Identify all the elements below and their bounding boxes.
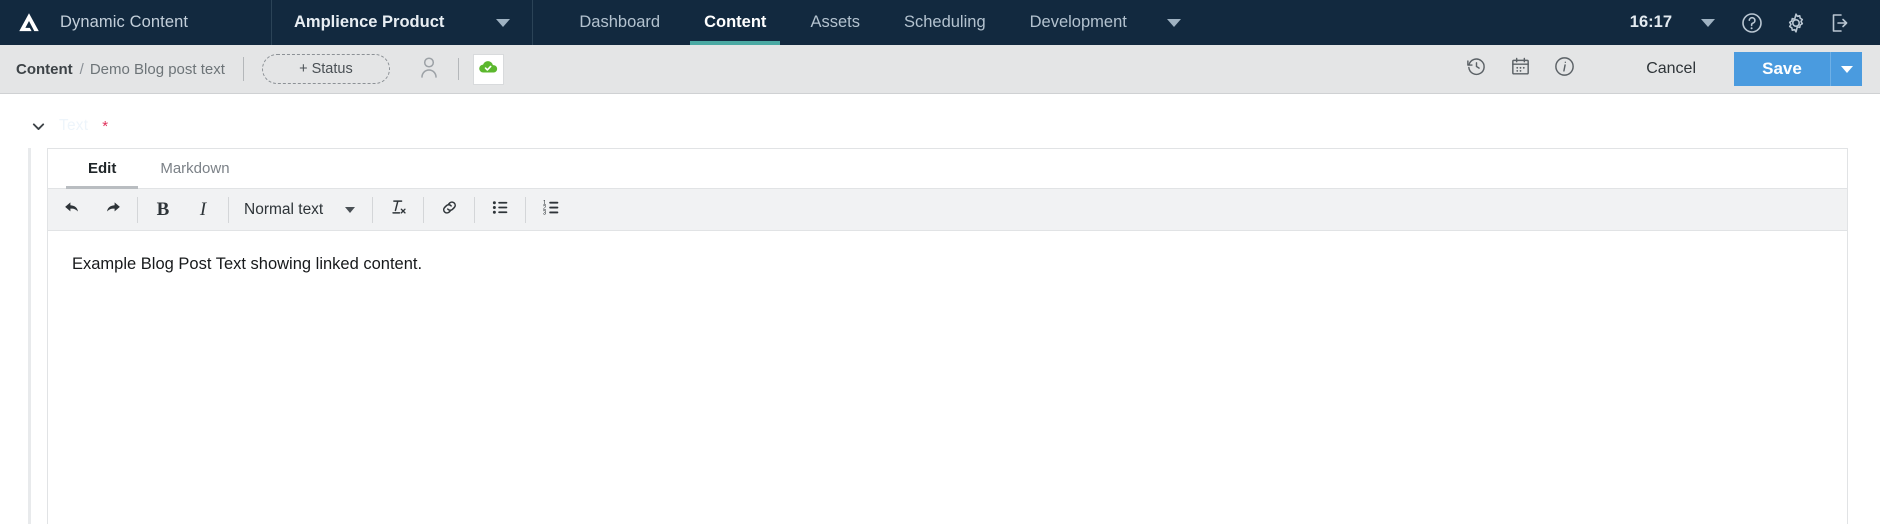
redo-button[interactable] xyxy=(92,189,132,231)
topbar-right-cluster: 16:17 xyxy=(1616,0,1880,45)
action-bar: Content / Demo Blog post text + Status C… xyxy=(0,45,1880,94)
brand-area: Dynamic Content xyxy=(0,0,272,45)
clock-display: 16:17 xyxy=(1629,13,1672,31)
settings-button[interactable] xyxy=(1774,0,1818,45)
chevron-down-icon xyxy=(496,18,511,27)
info-button[interactable] xyxy=(1542,47,1586,91)
chevron-down-icon[interactable] xyxy=(1166,18,1181,27)
breadcrumb-root[interactable]: Content xyxy=(16,61,73,78)
nav-tab-scheduling[interactable]: Scheduling xyxy=(882,0,1008,45)
publish-status-button[interactable] xyxy=(472,53,504,85)
save-options-button[interactable] xyxy=(1830,52,1862,86)
add-status-label: + Status xyxy=(299,61,353,77)
gear-icon xyxy=(1784,11,1808,35)
field-header-text: Text * xyxy=(0,112,1880,140)
field-label: Text xyxy=(59,117,89,134)
svg-text:3: 3 xyxy=(543,209,547,216)
calendar-icon xyxy=(1509,55,1532,83)
toolbar-divider xyxy=(474,196,476,223)
breadcrumb-separator: / xyxy=(79,60,84,78)
amplience-logo-icon xyxy=(16,10,42,36)
undo-button[interactable] xyxy=(52,189,92,231)
numbered-list-button[interactable]: 1 2 3 xyxy=(531,189,571,231)
divider xyxy=(242,57,244,81)
nav-tab-development[interactable]: Development xyxy=(1008,0,1203,45)
logout-button[interactable] xyxy=(1818,0,1862,45)
help-circle-icon xyxy=(1740,11,1764,35)
assignee-avatar-button[interactable] xyxy=(416,54,442,85)
bold-button[interactable]: B xyxy=(143,189,183,231)
tab-edit[interactable]: Edit xyxy=(66,149,139,189)
brand-title: Dynamic Content xyxy=(60,13,189,31)
save-button-group: Save xyxy=(1734,52,1862,86)
content-form-area: Text * Edit Markdown B I Normal text 1 2… xyxy=(0,94,1880,524)
chevron-down-icon[interactable] xyxy=(30,118,47,135)
add-status-button[interactable]: + Status xyxy=(261,54,390,84)
nav-tab-assets[interactable]: Assets xyxy=(788,0,882,45)
nav-tab-dashboard[interactable]: Dashboard xyxy=(557,0,682,45)
history-clock-icon xyxy=(1465,55,1488,83)
toolbar-divider xyxy=(525,196,527,223)
schedule-button[interactable] xyxy=(1498,47,1542,91)
toolbar-divider xyxy=(423,196,425,223)
action-bar-right-cluster: Cancel Save xyxy=(1454,47,1862,91)
bold-glyph: B xyxy=(156,198,170,220)
tab-label: Markdown xyxy=(160,160,230,177)
tab-markdown[interactable]: Markdown xyxy=(138,149,251,188)
chevron-down-icon xyxy=(1701,18,1715,27)
rich-text-editor-body[interactable]: Example Blog Post Text showing linked co… xyxy=(48,231,1847,411)
rich-text-editor-card: Edit Markdown B I Normal text 1 2 3 Exam… xyxy=(47,148,1848,524)
cancel-button[interactable]: Cancel xyxy=(1620,60,1722,78)
nav-tab-label: Dashboard xyxy=(579,13,661,31)
chevron-down-icon xyxy=(1840,65,1853,73)
divider xyxy=(457,58,459,80)
clear-formatting-icon xyxy=(387,196,409,223)
bullet-list-icon xyxy=(490,197,511,223)
clear-formatting-button[interactable] xyxy=(378,189,418,231)
save-button[interactable]: Save xyxy=(1734,52,1830,86)
primary-nav-tabs: Dashboard Content Assets Scheduling Deve… xyxy=(533,0,1202,45)
italic-button[interactable]: I xyxy=(183,189,223,231)
logout-icon xyxy=(1828,11,1852,35)
bullet-list-button[interactable] xyxy=(480,189,520,231)
redo-arrow-icon xyxy=(102,197,123,223)
toolbar-divider xyxy=(228,196,229,223)
text-style-select[interactable]: Normal text xyxy=(234,189,367,231)
nav-tab-label: Content xyxy=(704,13,767,31)
insert-link-button[interactable] xyxy=(429,189,469,231)
top-navigation-bar: Dynamic Content Amplience Product Dashbo… xyxy=(0,0,1880,45)
toolbar-divider xyxy=(372,196,374,223)
italic-glyph: I xyxy=(199,198,207,220)
version-history-button[interactable] xyxy=(1454,47,1498,91)
breadcrumb-current: Demo Blog post text xyxy=(89,60,225,78)
chevron-down-icon xyxy=(345,206,356,213)
editor-paragraph: Example Blog Post Text showing linked co… xyxy=(72,255,423,273)
numbered-list-icon: 1 2 3 xyxy=(541,197,562,223)
nav-tab-label: Development xyxy=(1029,13,1127,31)
toolbar-divider xyxy=(137,196,138,223)
product-selector[interactable]: Amplience Product xyxy=(272,0,534,45)
required-marker: * xyxy=(102,117,109,135)
nav-tab-content[interactable]: Content xyxy=(682,0,788,45)
product-name: Amplience Product xyxy=(294,13,445,31)
cloud-published-icon xyxy=(477,56,499,83)
rich-text-toolbar: B I Normal text 1 2 3 xyxy=(48,189,1847,231)
text-style-value: Normal text xyxy=(244,200,324,218)
nav-tab-label: Scheduling xyxy=(903,13,986,31)
undo-arrow-icon xyxy=(62,197,83,223)
editor-tab-bar: Edit Markdown xyxy=(48,149,1847,189)
nav-tab-label: Assets xyxy=(810,13,860,31)
help-button[interactable] xyxy=(1730,0,1774,45)
link-chain-icon xyxy=(439,197,460,223)
tab-label: Edit xyxy=(88,160,117,177)
field-body: Edit Markdown B I Normal text 1 2 3 Exam… xyxy=(28,148,1880,524)
user-menu-button[interactable] xyxy=(1686,0,1730,45)
user-avatar-icon xyxy=(416,54,442,85)
info-circle-icon xyxy=(1553,55,1576,83)
